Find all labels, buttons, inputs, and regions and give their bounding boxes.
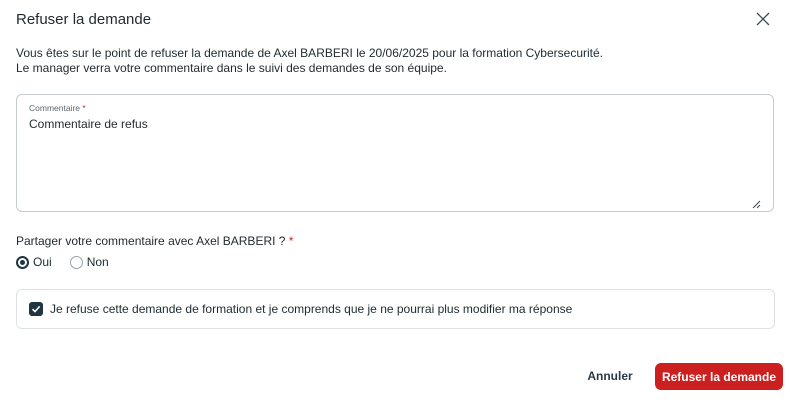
dialog-title: Refuser la demande bbox=[16, 11, 152, 28]
close-button[interactable] bbox=[752, 8, 774, 30]
comment-label-text: Commentaire bbox=[29, 103, 81, 113]
refuse-request-button[interactable]: Refuser la demande bbox=[655, 363, 783, 390]
radio-label-oui: Oui bbox=[33, 255, 52, 269]
intro-line-1: Vous êtes sur le point de refuser la dem… bbox=[16, 46, 604, 60]
close-icon bbox=[756, 12, 770, 26]
radio-non[interactable] bbox=[69, 255, 83, 269]
radio-option-oui[interactable]: Oui bbox=[16, 255, 52, 269]
refuse-request-dialog: Refuser la demande Vous êtes sur le poin… bbox=[0, 0, 791, 403]
comment-textarea[interactable]: Commentaire * Commentaire de refus bbox=[16, 94, 774, 212]
radio-label-non: Non bbox=[86, 255, 109, 269]
required-mark: * bbox=[82, 103, 86, 113]
required-mark: * bbox=[288, 234, 294, 248]
confirm-checkbox-row[interactable]: Je refuse cette demande de formation et … bbox=[16, 289, 775, 329]
confirm-checkbox[interactable] bbox=[29, 302, 43, 316]
intro-text: Vous êtes sur le point de refuser la dem… bbox=[16, 46, 603, 76]
radio-oui[interactable] bbox=[16, 255, 29, 269]
share-question-text: Partager votre commentaire avec Axel BAR… bbox=[16, 234, 286, 248]
resize-handle-icon[interactable] bbox=[751, 199, 761, 209]
check-icon bbox=[31, 305, 41, 313]
cancel-button[interactable]: Annuler bbox=[580, 362, 640, 390]
comment-label: Commentaire * bbox=[29, 103, 86, 113]
intro-line-2: Le manager verra votre commentaire dans … bbox=[16, 61, 447, 75]
comment-value[interactable]: Commentaire de refus bbox=[29, 117, 148, 131]
radio-option-non[interactable]: Non bbox=[69, 255, 109, 269]
share-radio-group: Oui Non bbox=[16, 255, 127, 269]
confirm-text: Je refuse cette demande de formation et … bbox=[50, 302, 573, 316]
share-question: Partager votre commentaire avec Axel BAR… bbox=[16, 234, 293, 248]
